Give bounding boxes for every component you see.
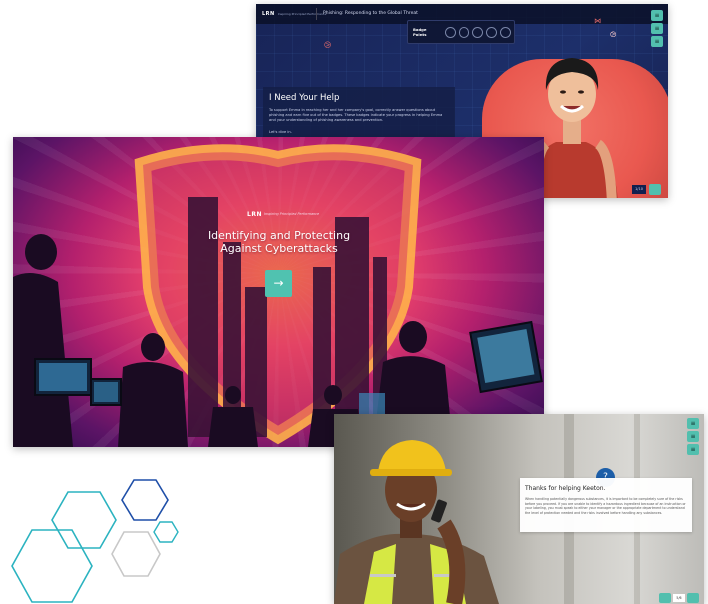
hexagon-shape bbox=[51, 491, 117, 549]
badge-slot bbox=[458, 26, 470, 38]
feedback-body: When handling potentially dangerous subs… bbox=[525, 497, 686, 515]
fish-icon: ⧁ bbox=[324, 41, 332, 51]
badge-slot bbox=[472, 26, 484, 38]
page-counter: 1/10 bbox=[632, 185, 646, 194]
card-title: I Need Your Help bbox=[269, 93, 340, 103]
card-start-text: Let's dive in. bbox=[269, 130, 292, 134]
next-button[interactable] bbox=[649, 184, 661, 195]
badge-points-label: Badge Points bbox=[413, 27, 427, 37]
hexagon-decoration bbox=[11, 479, 179, 603]
next-button[interactable] bbox=[687, 593, 699, 603]
card-body: To support Emma in reaching her and her … bbox=[269, 108, 443, 122]
safety-course-screenshot: ? Thanks for helping Keeton. When handli… bbox=[334, 414, 704, 604]
hexagon-shape bbox=[11, 529, 93, 603]
transcript-button[interactable]: ≡ bbox=[651, 36, 663, 47]
feedback-card: Thanks for helping Keeton. When handling… bbox=[520, 478, 692, 532]
transcript-button[interactable]: ≡ bbox=[687, 444, 699, 455]
badge-slot bbox=[444, 26, 456, 38]
need-help-card: I Need Your Help To support Emma in reac… bbox=[263, 87, 455, 141]
hexagon-shape bbox=[153, 521, 179, 543]
lrn-logo: LRN bbox=[262, 11, 275, 17]
menu-button[interactable]: ≡ bbox=[651, 10, 663, 21]
feedback-title: Thanks for helping Keeton. bbox=[525, 485, 606, 492]
menu-button[interactable]: ≡ bbox=[687, 418, 699, 429]
cyberattacks-course-screenshot: LRN Inspiring Principled Performance Ide… bbox=[13, 137, 544, 447]
fish-icon: ⋈ bbox=[594, 17, 601, 25]
previous-button[interactable] bbox=[659, 593, 671, 603]
course-title-line-1: Identifying and Protecting bbox=[207, 229, 351, 242]
course-title-line-2: Against Cyberattacks bbox=[220, 242, 338, 255]
hexagon-shape bbox=[111, 531, 161, 577]
badge-slot bbox=[486, 26, 498, 38]
course-title: Phishing: Responding to the Global Threa… bbox=[316, 8, 424, 20]
hexagon-shape bbox=[121, 479, 169, 521]
page-counter: 5/6 bbox=[673, 594, 685, 602]
resources-button[interactable]: ≡ bbox=[687, 431, 699, 442]
lrn-logo: LRN bbox=[247, 211, 262, 218]
lrn-logo-tagline: Inspiring Principled Performance bbox=[264, 212, 320, 216]
badge-points-panel: Badge Points bbox=[407, 20, 515, 44]
course-title: Identifying and Protecting Against Cyber… bbox=[169, 229, 389, 255]
resources-button[interactable]: ≡ bbox=[651, 23, 663, 34]
start-arrow-button[interactable]: → bbox=[265, 270, 292, 297]
